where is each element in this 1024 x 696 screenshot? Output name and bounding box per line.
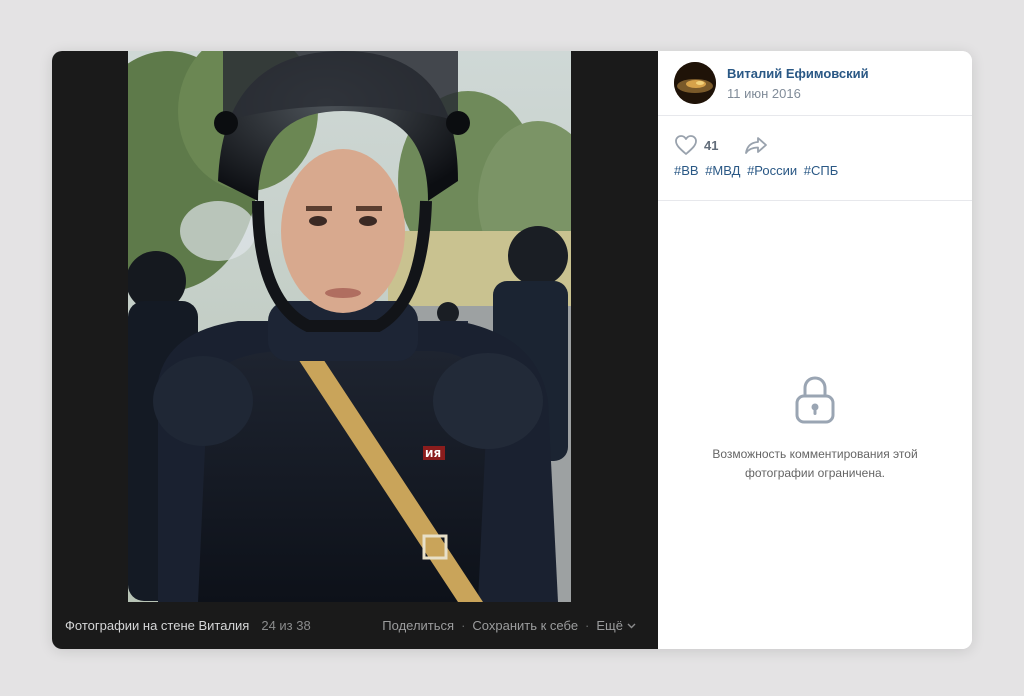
photo-counter: 24 из 38: [261, 618, 311, 633]
avatar-image: [674, 62, 716, 104]
photo-image: ИЯ: [128, 51, 571, 602]
comments-locked-notice: Возможность комментирования этой фотогра…: [658, 374, 972, 483]
share-button[interactable]: [744, 135, 768, 155]
photo-footer: Фотографии на стене Виталия 24 из 38 Под…: [52, 602, 658, 649]
separator: ·: [461, 618, 466, 633]
hashtag-link[interactable]: #ВВ: [674, 163, 699, 178]
save-link[interactable]: Сохранить к себе: [472, 618, 578, 633]
separator: ·: [585, 618, 590, 633]
photo-actions: Поделиться · Сохранить к себе · Ещё: [382, 618, 636, 633]
share-arrow-icon: [745, 137, 768, 154]
lock-icon: [795, 376, 835, 424]
like-count: 41: [704, 137, 719, 153]
share-link[interactable]: Поделиться: [382, 618, 454, 633]
post-date: 11 июн 2016: [727, 85, 801, 101]
comments-locked-text: Возможность комментирования этой фотогра…: [685, 445, 945, 483]
hashtag-link[interactable]: #России: [747, 163, 797, 178]
locked-line: фотографии ограничена.: [745, 466, 885, 480]
locked-line: Возможность комментирования этой: [712, 447, 918, 461]
photo[interactable]: ИЯ: [128, 51, 571, 602]
album-title-link[interactable]: Фотографии на стене Виталия: [65, 618, 249, 633]
author-name-link[interactable]: Виталий Ефимовский: [727, 66, 869, 81]
post-header: Виталий Ефимовский 11 июн 2016: [658, 51, 972, 116]
avatar[interactable]: [674, 62, 716, 104]
post-body: 41 #ВВ #МВД #России #СПБ: [658, 116, 972, 201]
heart-icon: [675, 135, 697, 155]
hashtag-list: #ВВ #МВД #России #СПБ: [674, 163, 956, 178]
author-block: Виталий Ефимовский 11 июн 2016: [727, 66, 869, 101]
hashtag-link[interactable]: #МВД: [705, 163, 740, 178]
photo-viewer: ИЯ Фотографии на стене Виталия 24 из 38 …: [52, 51, 972, 649]
more-menu-button[interactable]: Ещё: [596, 618, 636, 633]
hashtag-link[interactable]: #СПБ: [804, 163, 839, 178]
like-button[interactable]: 41: [674, 134, 718, 156]
post-sidebar: Виталий Ефимовский 11 июн 2016 41 #ВВ #М…: [658, 51, 972, 649]
photo-patch: ИЯ: [425, 449, 441, 460]
reactions-bar: 41: [674, 134, 956, 156]
photo-pane: ИЯ Фотографии на стене Виталия 24 из 38 …: [52, 51, 658, 649]
more-label: Ещё: [596, 618, 623, 633]
chevron-down-icon: [627, 623, 636, 628]
